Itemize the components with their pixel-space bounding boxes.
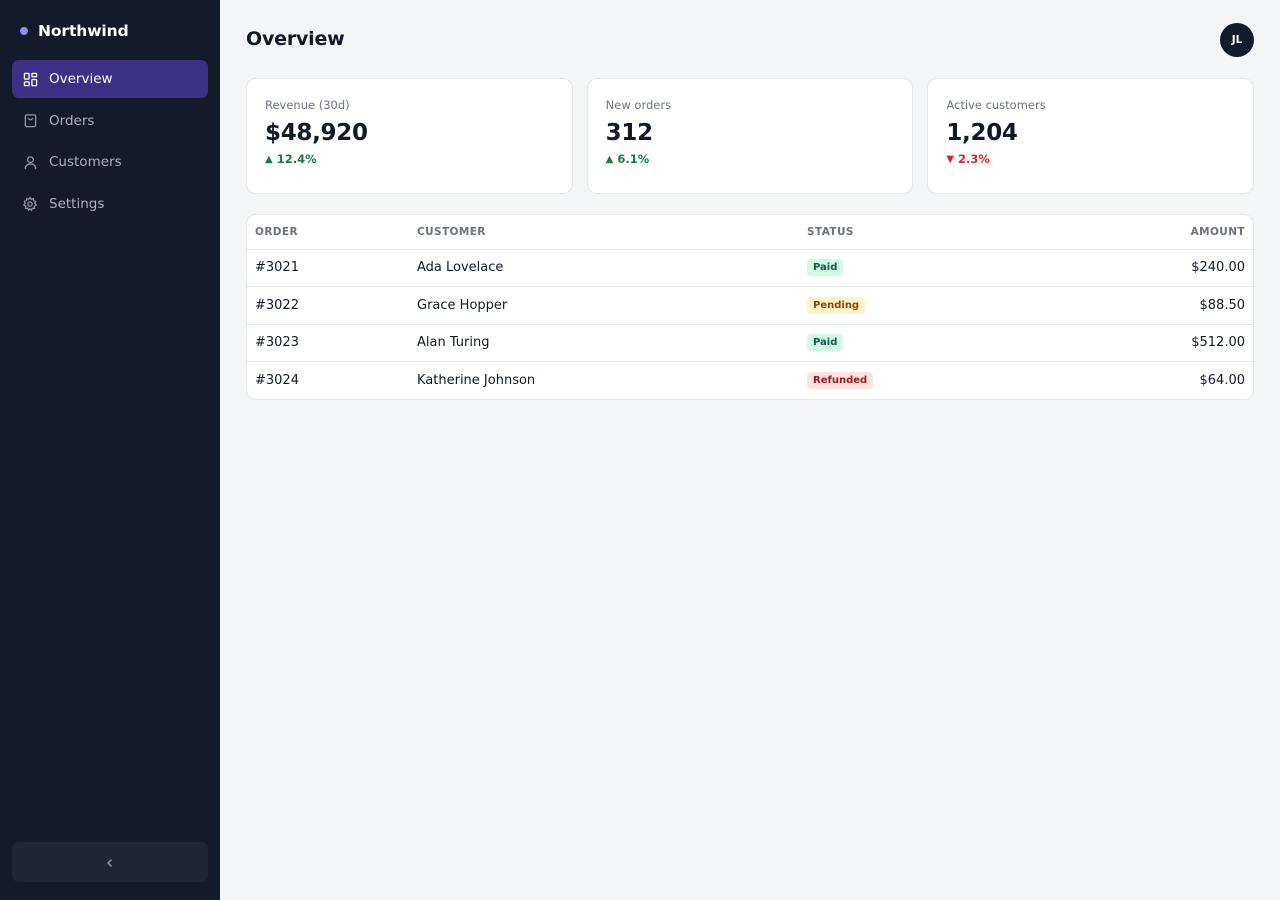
order-amount: $88.50 <box>1107 286 1253 325</box>
sidebar: Northwind Overview Orders Customers Sett… <box>0 0 220 900</box>
order-id: #3022 <box>247 286 417 325</box>
customer-name: Ada Lovelace <box>417 249 807 287</box>
sidebar-item-label: Settings <box>49 195 105 212</box>
stat-delta-value: 6.1% <box>617 152 650 166</box>
table-header-row: ORDER CUSTOMER STATUS AMOUNT <box>247 215 1253 250</box>
table-row[interactable]: #3023 Alan Turing Paid $512.00 <box>247 324 1253 362</box>
stat-delta: ▲ 12.4% <box>265 152 554 166</box>
collapse-sidebar-button[interactable] <box>12 842 208 882</box>
column-header-customer[interactable]: CUSTOMER <box>417 215 807 250</box>
sidebar-item-orders[interactable]: Orders <box>12 102 208 140</box>
stat-delta: ▼ 2.3% <box>946 152 1235 166</box>
order-id: #3024 <box>255 373 299 388</box>
stat-value: $48,920 <box>265 120 368 146</box>
customer-name: Katherine Johnson <box>417 373 536 388</box>
user-icon <box>22 154 38 170</box>
status-badge: Refunded <box>807 372 874 389</box>
status-badge: Paid <box>807 334 844 352</box>
brand-name: Northwind <box>38 22 129 40</box>
stat-card-active-customers: Active customers 1,204 ▼ 2.3% <box>927 78 1255 194</box>
order-amount: $64.00 <box>1199 373 1246 388</box>
avatar[interactable]: JL <box>1220 23 1254 57</box>
order-amount: $240.00 <box>1107 249 1253 287</box>
stat-card-revenue: Revenue (30d) $48,920 ▲ 12.4% <box>246 78 573 194</box>
sidebar-item-label: Customers <box>49 154 122 170</box>
status-badge: Paid <box>807 259 844 277</box>
brand[interactable]: Northwind <box>20 20 129 42</box>
table-row[interactable]: #3022 Grace Hopper Pending $88.50 <box>247 286 1253 325</box>
order-id: #3021 <box>247 249 417 287</box>
customer-name: Alan Turing <box>417 324 807 362</box>
column-header-order[interactable]: ORDER <box>247 215 417 250</box>
stat-label: Active customers <box>946 98 1046 112</box>
sidebar-item-label: Overview <box>49 71 113 87</box>
trend-down-icon: ▼ <box>946 153 955 165</box>
stat-card-new-orders: New orders 312 ▲ 6.1% <box>586 78 914 194</box>
trend-up-icon: ▲ <box>265 153 273 165</box>
column-header-status[interactable]: STATUS <box>807 215 1107 250</box>
sidebar-nav: Overview Orders Customers Settings <box>12 60 208 226</box>
stat-delta-value: 12.4% <box>276 152 317 166</box>
table-row[interactable]: #3021 Ada Lovelace Paid $240.00 <box>247 249 1253 287</box>
column-header-amount[interactable]: AMOUNT <box>1107 215 1253 250</box>
sidebar-item-overview[interactable]: Overview <box>12 60 208 98</box>
stat-label: New orders <box>605 98 672 112</box>
stat-delta-value: 2.3% <box>958 152 990 166</box>
sidebar-item-customers[interactable]: Customers <box>12 143 208 181</box>
sidebar-item-settings[interactable]: Settings <box>12 185 208 223</box>
table-row[interactable]: #3024 Katherine Johnson Refunded $64.00 <box>247 362 1253 400</box>
sidebar-item-label: Orders <box>49 112 95 129</box>
order-id: #3023 <box>247 324 417 362</box>
page-title: Overview <box>246 28 345 50</box>
brand-dot-icon <box>20 27 28 35</box>
status-badge: Pending <box>807 296 866 314</box>
dashboard-icon <box>22 71 38 87</box>
trend-up-icon: ▲ <box>605 153 614 165</box>
customer-name: Grace Hopper <box>417 286 807 325</box>
stat-value: 312 <box>605 120 653 146</box>
gear-icon <box>22 195 38 212</box>
stat-cards: Revenue (30d) $48,920 ▲ 12.4% New orders… <box>246 78 1255 194</box>
bag-icon <box>22 113 38 129</box>
chevron-left-icon <box>105 853 115 872</box>
stat-label: Revenue (30d) <box>265 98 350 112</box>
order-amount: $512.00 <box>1107 324 1253 362</box>
stat-value: 1,204 <box>946 120 1018 146</box>
stat-delta: ▲ 6.1% <box>606 152 895 166</box>
orders-table: ORDER CUSTOMER STATUS AMOUNT #3021 Ada L… <box>246 214 1254 400</box>
